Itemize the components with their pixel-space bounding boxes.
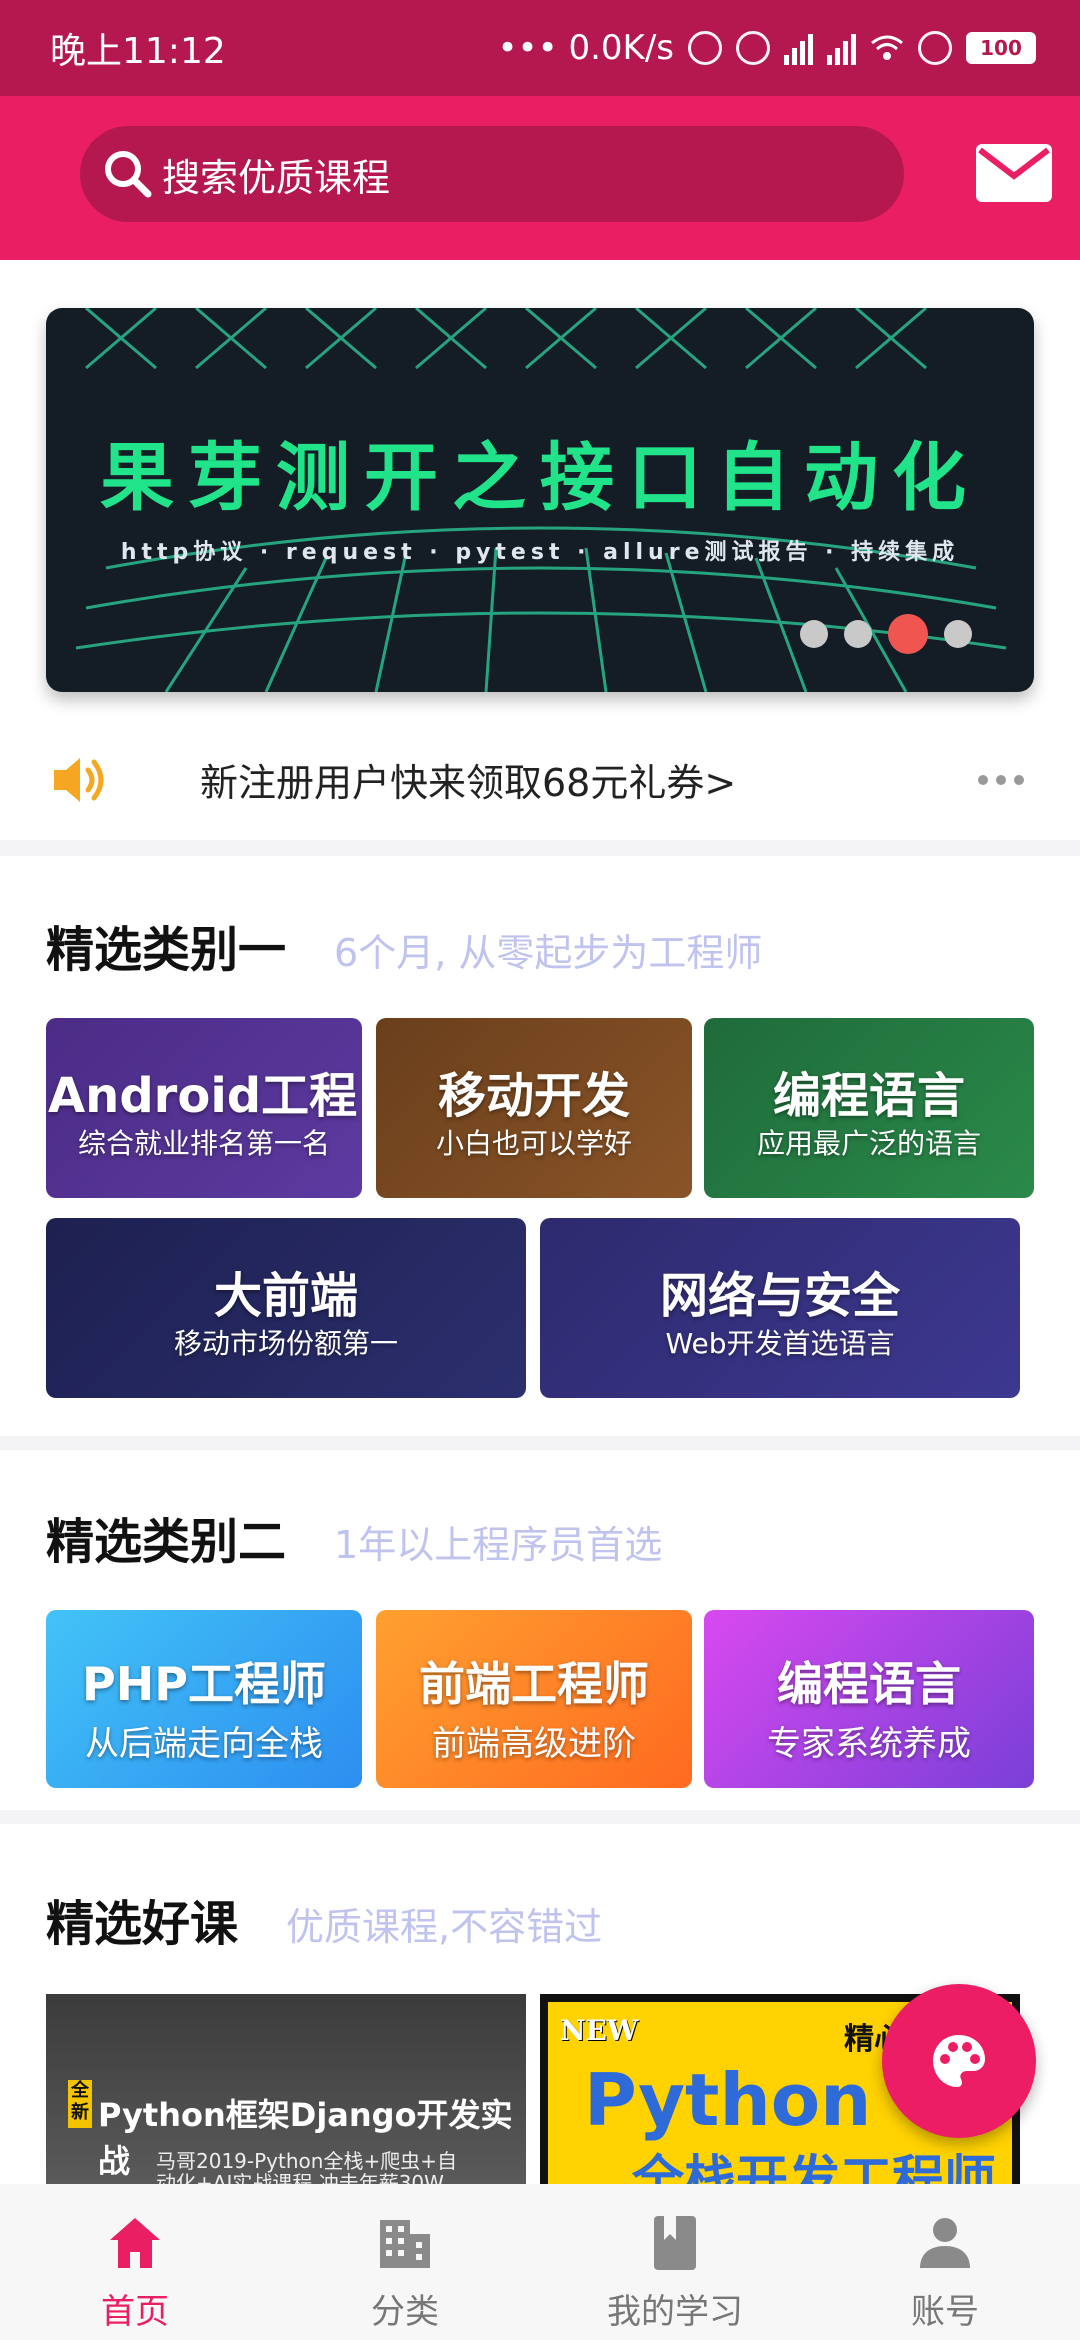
course-title-line2: 全栈开发工程师 (632, 2151, 997, 2184)
search-bar[interactable]: 搜索优质课程 (80, 126, 904, 222)
category-card-frontend[interactable]: 大前端 移动市场份额第一 (46, 1218, 526, 1398)
category-card-frontend-engineer[interactable]: 前端工程师 前端高级进阶 (376, 1610, 692, 1788)
category-card-expert-language[interactable]: 编程语言 专家系统养成 (704, 1610, 1034, 1788)
card-title: 大前端 (213, 1268, 358, 1324)
card-title: 编程语言 (772, 1068, 965, 1124)
category-card-language[interactable]: 编程语言 应用最广泛的语言 (704, 1018, 1034, 1198)
section-header: 精选类别二 1年以上程序员首选 (46, 1502, 662, 1572)
card-subtitle: 综合就业排名第一名 (77, 1127, 330, 1160)
card-subtitle: 应用最广泛的语言 (756, 1127, 981, 1160)
category-card-android[interactable]: Android工程 综合就业排名第一名 (46, 1018, 362, 1198)
charging-icon (918, 31, 952, 65)
card-subtitle: 移动市场份额第一 (173, 1327, 398, 1360)
section-header: 精选好课 优质课程,不容错过 (46, 1884, 602, 1954)
bottom-navigation: 首页 分类 我的学习 账号 (0, 2184, 1080, 2340)
book-icon (654, 2216, 696, 2270)
carousel-indicator (800, 614, 972, 654)
status-time: 晚上11:12 (50, 31, 226, 72)
category-card-php[interactable]: PHP工程师 从后端走向全栈 (46, 1610, 362, 1788)
carousel-dot[interactable] (944, 620, 972, 648)
section-subtitle: 6个月, 从零起步为工程师 (334, 931, 763, 975)
card-subtitle: Web开发首选语言 (665, 1327, 895, 1360)
speaker-icon (54, 758, 104, 802)
nav-item-account[interactable]: 账号 (810, 2184, 1080, 2340)
nav-item-home[interactable]: 首页 (0, 2184, 270, 2340)
wifi-icon (871, 35, 903, 60)
banner-title: 果芽测开之接口自动化 (100, 435, 980, 521)
course-card-django[interactable]: 全新 Python框架Django开发实战 马哥2019-Python全栈+爬虫… (46, 1994, 526, 2184)
card-title: 网络与安全 (659, 1268, 900, 1324)
category-one-section: 精选类别一 6个月, 从零起步为工程师 Android工程 综合就业排名第一名 … (0, 856, 1080, 1436)
signal-icon-2 (827, 31, 856, 65)
notice-text[interactable]: 新注册用户快来领取68元礼券> (200, 752, 736, 807)
nav-label: 首页 (101, 2292, 169, 2332)
course-description: 马哥2019-Python全栈+爬虫+自动化+AI实战课程 冲击年薪30W (156, 2149, 457, 2184)
home-icon (110, 2218, 160, 2268)
card-title: Android工程 (48, 1068, 358, 1124)
signal-icon (784, 31, 813, 65)
card-subtitle: 前端高级进阶 (432, 1724, 636, 1764)
category-card-mobile[interactable]: 移动开发 小白也可以学好 (376, 1018, 692, 1198)
alarm-icon (736, 31, 770, 65)
card-title: PHP工程师 (82, 1657, 326, 1711)
palette-icon (933, 2035, 985, 2087)
building-icon (380, 2220, 430, 2268)
nav-label: 分类 (371, 2292, 439, 2332)
card-title: 编程语言 (777, 1657, 961, 1711)
section-title: 精选类别一 (46, 922, 287, 978)
course-title-line1: Python (584, 2058, 872, 2142)
card-title: 移动开发 (437, 1068, 630, 1124)
palette-fab-button[interactable] (882, 1984, 1036, 2138)
course-tag: 全新 (68, 2080, 92, 2128)
banner-section: 果芽测开之接口自动化 http协议 · request · pytest · a… (0, 260, 1080, 840)
nav-item-category[interactable]: 分类 (270, 2184, 540, 2340)
section-subtitle: 1年以上程序员首选 (334, 1523, 663, 1567)
notice-bar[interactable]: 新注册用户快来领取68元礼券> (0, 730, 1080, 830)
network-speed: ••• 0.0K/s (497, 28, 674, 68)
battery-icon: 100 (966, 32, 1036, 64)
carousel-dot[interactable] (800, 620, 828, 648)
more-icon[interactable] (976, 770, 1026, 790)
banner-subtitle: http协议 · request · pytest · allure测试报告 ·… (120, 540, 960, 565)
status-icons: ••• 0.0K/s 100 (497, 28, 1036, 68)
app-header: 搜索优质课程 (0, 96, 1080, 260)
mail-icon[interactable] (976, 144, 1052, 202)
search-icon (105, 151, 152, 198)
person-icon (920, 2218, 970, 2268)
carousel-dot-active[interactable] (888, 614, 928, 654)
section-header: 精选类别一 6个月, 从零起步为工程师 (46, 910, 762, 980)
nav-item-my-learning[interactable]: 我的学习 (540, 2184, 810, 2340)
section-subtitle: 优质课程,不容错过 (286, 1905, 603, 1949)
section-title: 精选类别二 (46, 1514, 287, 1570)
card-subtitle: 专家系统养成 (767, 1724, 971, 1764)
category-card-security[interactable]: 网络与安全 Web开发首选语言 (540, 1218, 1020, 1398)
card-subtitle: 小白也可以学好 (435, 1127, 632, 1160)
nav-label: 账号 (911, 2292, 979, 2332)
status-bar: 晚上11:12 ••• 0.0K/s 100 (0, 0, 1080, 96)
search-placeholder: 搜索优质课程 (162, 155, 391, 200)
section-title: 精选好课 (46, 1896, 239, 1952)
carousel-dot[interactable] (844, 620, 872, 648)
banner-carousel[interactable]: 果芽测开之接口自动化 http协议 · request · pytest · a… (46, 308, 1034, 692)
mute-icon (688, 31, 722, 65)
course-badge: NEW (560, 2014, 639, 2047)
card-title: 前端工程师 (419, 1657, 649, 1711)
nav-label: 我的学习 (607, 2292, 743, 2332)
card-subtitle: 从后端走向全栈 (85, 1724, 323, 1764)
category-two-section: 精选类别二 1年以上程序员首选 PHP工程师 从后端走向全栈 前端工程师 前端高… (0, 1450, 1080, 1810)
